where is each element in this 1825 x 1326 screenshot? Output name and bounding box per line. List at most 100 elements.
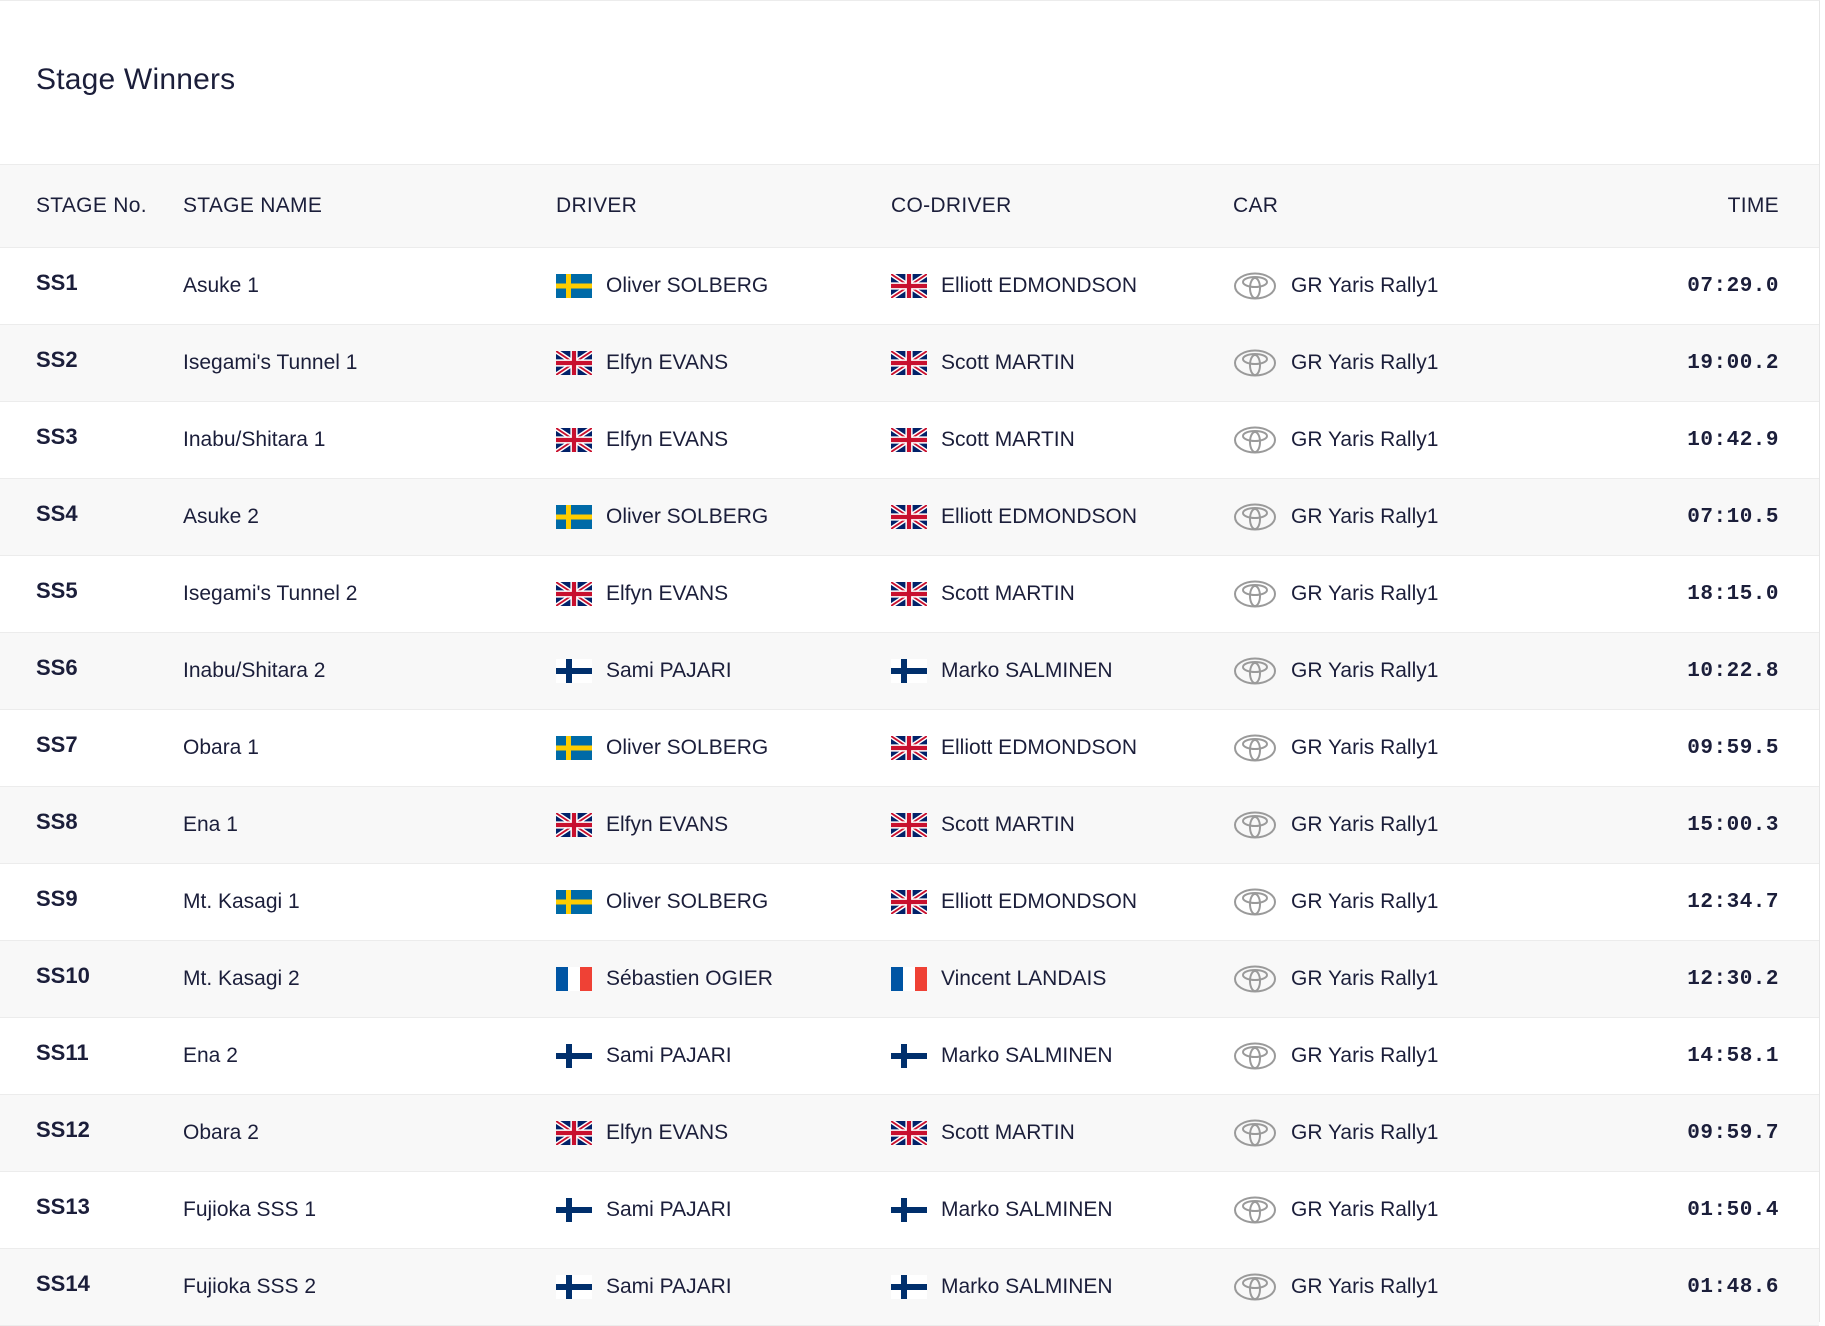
co-driver-name: Scott MARTIN: [941, 351, 1075, 374]
stage-name: Fujioka SSS 2: [183, 1275, 317, 1298]
driver-cell: Oliver SOLBERG: [556, 890, 891, 914]
uk-flag-icon: [891, 890, 927, 914]
toyota-logo-icon: [1233, 1272, 1277, 1302]
car-model: GR Yaris Rally1: [1291, 890, 1439, 913]
table-row: SS9 Mt. Kasagi 1 Oliver SOLBERG Elliott …: [0, 864, 1819, 941]
co-driver-name: Vincent LANDAIS: [941, 967, 1107, 990]
uk-flag-icon: [891, 813, 927, 837]
stage-time: 07:10.5: [1687, 505, 1779, 529]
stage-time: 12:30.2: [1687, 967, 1779, 991]
stage-time: 12:34.7: [1687, 890, 1779, 914]
sweden-flag-icon: [556, 274, 592, 298]
car-cell: GR Yaris Rally1: [1233, 1041, 1613, 1071]
uk-flag-icon: [891, 351, 927, 375]
stage-number: SS2: [36, 347, 78, 372]
uk-flag-icon: [891, 505, 927, 529]
table-row: SS3 Inabu/Shitara 1 Elfyn EVANS Scott MA…: [0, 402, 1819, 479]
finland-flag-icon: [556, 1275, 592, 1299]
stage-number: SS6: [36, 655, 78, 680]
stage-name: Isegami's Tunnel 1: [183, 351, 358, 374]
driver-name: Elfyn EVANS: [606, 582, 729, 605]
stage-number: SS10: [36, 963, 90, 988]
driver-cell: Oliver SOLBERG: [556, 736, 891, 760]
co-driver-cell: Scott MARTIN: [891, 428, 1233, 452]
driver-name: Oliver SOLBERG: [606, 890, 769, 913]
france-flag-icon: [891, 967, 927, 991]
sweden-flag-icon: [556, 736, 592, 760]
uk-flag-icon: [556, 813, 592, 837]
car-model: GR Yaris Rally1: [1291, 1044, 1439, 1067]
co-driver-name: Scott MARTIN: [941, 428, 1075, 451]
table-row: SS7 Obara 1 Oliver SOLBERG Elliott EDMON…: [0, 710, 1819, 787]
driver-name: Elfyn EVANS: [606, 351, 729, 374]
co-driver-cell: Marko SALMINEN: [891, 1198, 1233, 1222]
co-driver-cell: Scott MARTIN: [891, 813, 1233, 837]
stage-time: 18:15.0: [1687, 582, 1779, 606]
stage-time: 19:00.2: [1687, 351, 1779, 375]
stage-time: 15:00.3: [1687, 813, 1779, 837]
driver-cell: Oliver SOLBERG: [556, 505, 891, 529]
co-driver-cell: Elliott EDMONDSON: [891, 736, 1233, 760]
driver-name: Sami PAJARI: [606, 1044, 732, 1067]
finland-flag-icon: [891, 1044, 927, 1068]
column-header-driver: DRIVER: [556, 194, 638, 217]
driver-name: Elfyn EVANS: [606, 813, 729, 836]
driver-name: Sébastien OGIER: [606, 967, 773, 990]
stage-name: Inabu/Shitara 1: [183, 428, 326, 451]
car-cell: GR Yaris Rally1: [1233, 271, 1613, 301]
sweden-flag-icon: [556, 505, 592, 529]
table-row: SS10 Mt. Kasagi 2 Sébastien OGIER Vincen…: [0, 941, 1819, 1018]
stage-time: 14:58.1: [1687, 1044, 1779, 1068]
stage-number: SS3: [36, 424, 78, 449]
co-driver-cell: Marko SALMINEN: [891, 659, 1233, 683]
car-cell: GR Yaris Rally1: [1233, 502, 1613, 532]
stage-number: SS5: [36, 578, 78, 603]
stage-name: Fujioka SSS 1: [183, 1198, 317, 1221]
stage-name: Asuke 2: [183, 505, 259, 528]
car-cell: GR Yaris Rally1: [1233, 733, 1613, 763]
uk-flag-icon: [556, 351, 592, 375]
stage-time: 09:59.5: [1687, 736, 1779, 760]
car-model: GR Yaris Rally1: [1291, 505, 1439, 528]
stage-time: 10:42.9: [1687, 428, 1779, 452]
uk-flag-icon: [891, 428, 927, 452]
toyota-logo-icon: [1233, 502, 1277, 532]
car-cell: GR Yaris Rally1: [1233, 964, 1613, 994]
uk-flag-icon: [556, 1121, 592, 1145]
toyota-logo-icon: [1233, 348, 1277, 378]
car-cell: GR Yaris Rally1: [1233, 1118, 1613, 1148]
stage-winners-table: STAGE No. STAGE NAME DRIVER CO-DRIVER CA…: [0, 164, 1819, 1326]
france-flag-icon: [556, 967, 592, 991]
driver-name: Elfyn EVANS: [606, 428, 729, 451]
column-header-stage-name: STAGE NAME: [183, 194, 323, 217]
finland-flag-icon: [891, 1198, 927, 1222]
car-model: GR Yaris Rally1: [1291, 1275, 1439, 1298]
table-body: SS1 Asuke 1 Oliver SOLBERG Elliott EDMON…: [0, 248, 1819, 1326]
co-driver-name: Marko SALMINEN: [941, 659, 1113, 682]
stage-name: Isegami's Tunnel 2: [183, 582, 358, 605]
uk-flag-icon: [556, 428, 592, 452]
stage-winners-panel: Stage Winners STAGE No. STAGE NAME DRIVE…: [0, 0, 1820, 1326]
driver-cell: Sami PAJARI: [556, 1044, 891, 1068]
column-header-co-driver: CO-DRIVER: [891, 194, 1012, 217]
car-model: GR Yaris Rally1: [1291, 1121, 1439, 1144]
car-model: GR Yaris Rally1: [1291, 1198, 1439, 1221]
co-driver-name: Marko SALMINEN: [941, 1275, 1113, 1298]
driver-cell: Elfyn EVANS: [556, 351, 891, 375]
car-model: GR Yaris Rally1: [1291, 582, 1439, 605]
page-title: Stage Winners: [36, 63, 236, 96]
table-row: SS12 Obara 2 Elfyn EVANS Scott MARTIN GR…: [0, 1095, 1819, 1172]
stage-number: SS11: [36, 1040, 89, 1065]
stage-name: Mt. Kasagi 1: [183, 890, 300, 913]
stage-number: SS1: [36, 270, 78, 295]
uk-flag-icon: [891, 1121, 927, 1145]
sweden-flag-icon: [556, 890, 592, 914]
car-cell: GR Yaris Rally1: [1233, 1272, 1613, 1302]
stage-number: SS8: [36, 809, 78, 834]
car-cell: GR Yaris Rally1: [1233, 579, 1613, 609]
toyota-logo-icon: [1233, 733, 1277, 763]
car-model: GR Yaris Rally1: [1291, 428, 1439, 451]
table-row: SS6 Inabu/Shitara 2 Sami PAJARI Marko SA…: [0, 633, 1819, 710]
driver-name: Oliver SOLBERG: [606, 505, 769, 528]
car-model: GR Yaris Rally1: [1291, 736, 1439, 759]
